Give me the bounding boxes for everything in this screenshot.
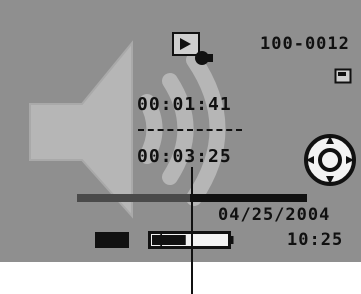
callout-line (191, 167, 193, 294)
playback-screen: 100-0012 00:01:41 00:03:25 04/25/2004 10… (0, 0, 361, 262)
control-dial-icon[interactable] (299, 134, 361, 186)
total-time: 00:03:25 (137, 146, 232, 167)
time-separator (138, 129, 242, 131)
file-number: 100-0012 (260, 34, 350, 54)
elapsed-time: 00:01:41 (137, 94, 232, 115)
protect-icon (334, 68, 352, 84)
volume-icon (95, 232, 129, 248)
progress-fill (77, 194, 190, 202)
time-display: 10:25 (287, 230, 344, 250)
play-mode-icon (172, 32, 213, 65)
date-display: 04/25/2004 (218, 205, 331, 225)
